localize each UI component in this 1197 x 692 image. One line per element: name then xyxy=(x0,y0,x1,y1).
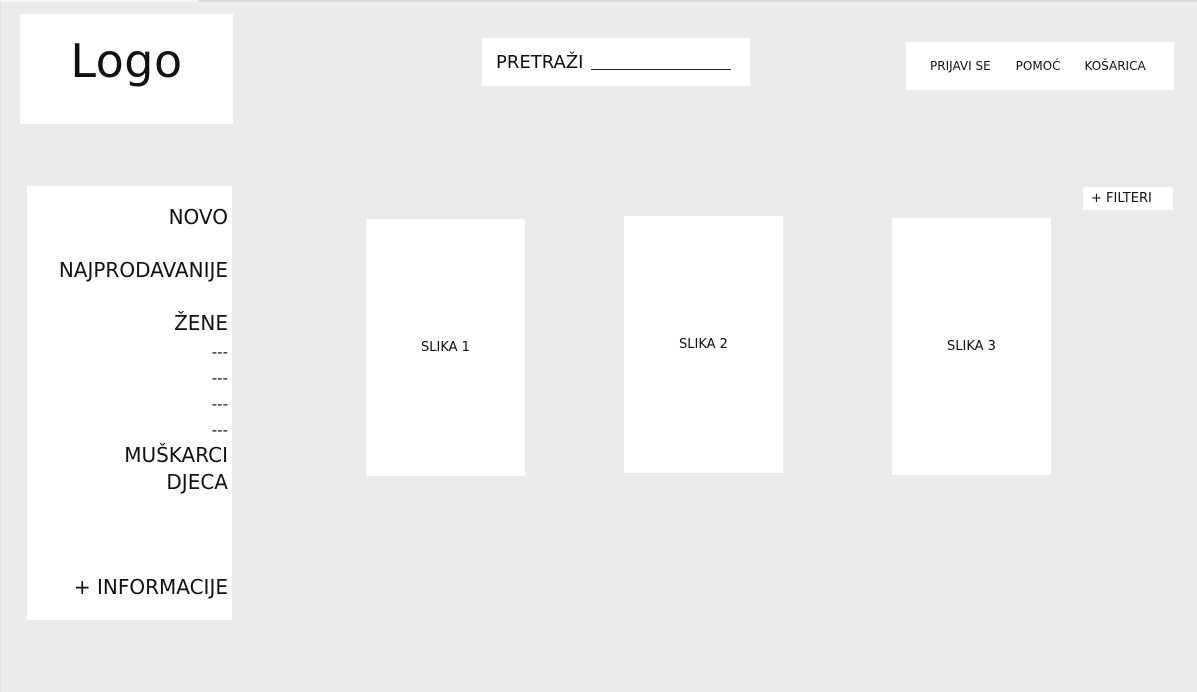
logo-text: Logo xyxy=(70,34,183,88)
sidebar-subitem[interactable]: --- xyxy=(212,421,228,439)
search-input[interactable]: PRETRAŽI xyxy=(482,38,750,86)
canvas-tab xyxy=(0,0,198,2)
product-image-label: SLIKA 3 xyxy=(947,339,996,354)
sidebar-item-women[interactable]: ŽENE xyxy=(174,311,228,335)
product-image-label: SLIKA 1 xyxy=(421,340,470,355)
search-label: PRETRAŽI xyxy=(496,51,584,73)
filters-button[interactable]: + FILTERI xyxy=(1083,187,1173,210)
search-field-line[interactable] xyxy=(591,57,732,70)
sidebar-subitem[interactable]: --- xyxy=(212,369,228,387)
product-image-label: SLIKA 2 xyxy=(679,337,728,352)
sidebar-item-kids[interactable]: DJECA xyxy=(166,470,228,494)
logo[interactable]: Logo xyxy=(20,14,233,124)
help-link[interactable]: POMOĆ xyxy=(1016,59,1061,73)
sidebar-item-men[interactable]: MUŠKARCI xyxy=(124,443,228,467)
top-nav: PRIJAVI SE POMOĆ KOŠARICA xyxy=(906,42,1174,90)
sidebar-item-new[interactable]: NOVO xyxy=(169,205,228,229)
product-card[interactable]: SLIKA 3 xyxy=(892,218,1051,475)
sidebar-item-info[interactable]: + INFORMACIJE xyxy=(74,575,228,599)
sidebar-subitem[interactable]: --- xyxy=(212,343,228,361)
sidebar: NOVO NAJPRODAVANIJE ŽENE --- --- --- ---… xyxy=(27,186,232,620)
login-link[interactable]: PRIJAVI SE xyxy=(930,59,991,73)
sidebar-item-bestsellers[interactable]: NAJPRODAVANIJE xyxy=(59,258,228,282)
sidebar-subitem[interactable]: --- xyxy=(212,395,228,413)
product-card[interactable]: SLIKA 1 xyxy=(366,219,525,476)
product-card[interactable]: SLIKA 2 xyxy=(624,216,783,473)
cart-link[interactable]: KOŠARICA xyxy=(1085,59,1146,73)
